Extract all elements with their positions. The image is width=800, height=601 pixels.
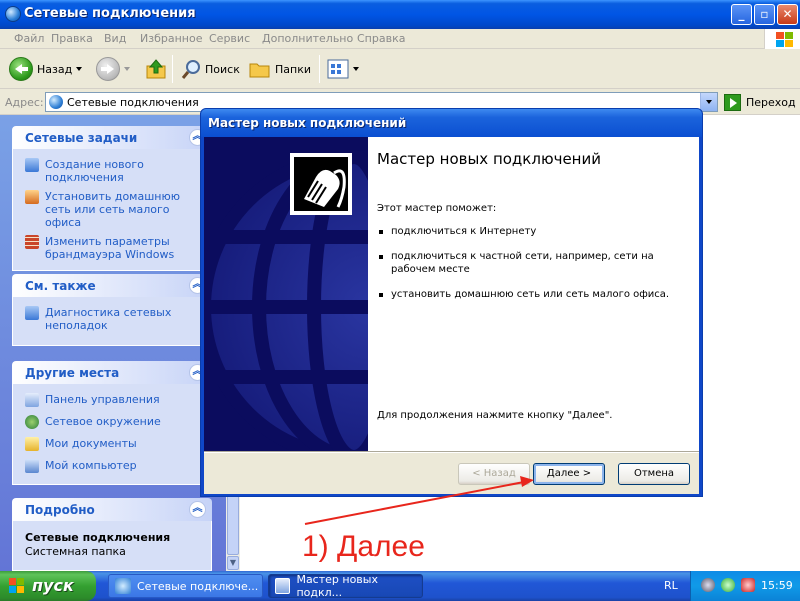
start-button[interactable]: пуск <box>0 571 96 601</box>
windows-logo-icon <box>9 578 24 593</box>
system-tray: 15:59 <box>690 571 800 601</box>
annotation-arrow <box>304 476 534 525</box>
security-shield-icon[interactable] <box>741 578 755 592</box>
language-indicator[interactable]: RL <box>664 579 678 592</box>
taskbar-item-label: Сетевые подключе... <box>137 579 259 593</box>
network-tray-icon[interactable] <box>701 578 715 592</box>
network-activity-icon[interactable] <box>721 578 735 592</box>
clock: 15:59 <box>761 579 793 592</box>
annotation-label: 1) Далее <box>302 530 425 563</box>
taskbar: пуск Сетевые подключе... Мастер новых по… <box>0 571 800 601</box>
wizard-icon <box>275 578 291 594</box>
taskbar-item-label: Мастер новых подкл... <box>296 573 378 599</box>
taskbar-item-network-connections[interactable]: Сетевые подключе... <box>108 574 263 598</box>
taskbar-item-new-connection-wizard[interactable]: Мастер новых подкл... <box>268 573 423 599</box>
network-connections-icon <box>115 578 131 594</box>
start-label: пуск <box>32 576 74 595</box>
